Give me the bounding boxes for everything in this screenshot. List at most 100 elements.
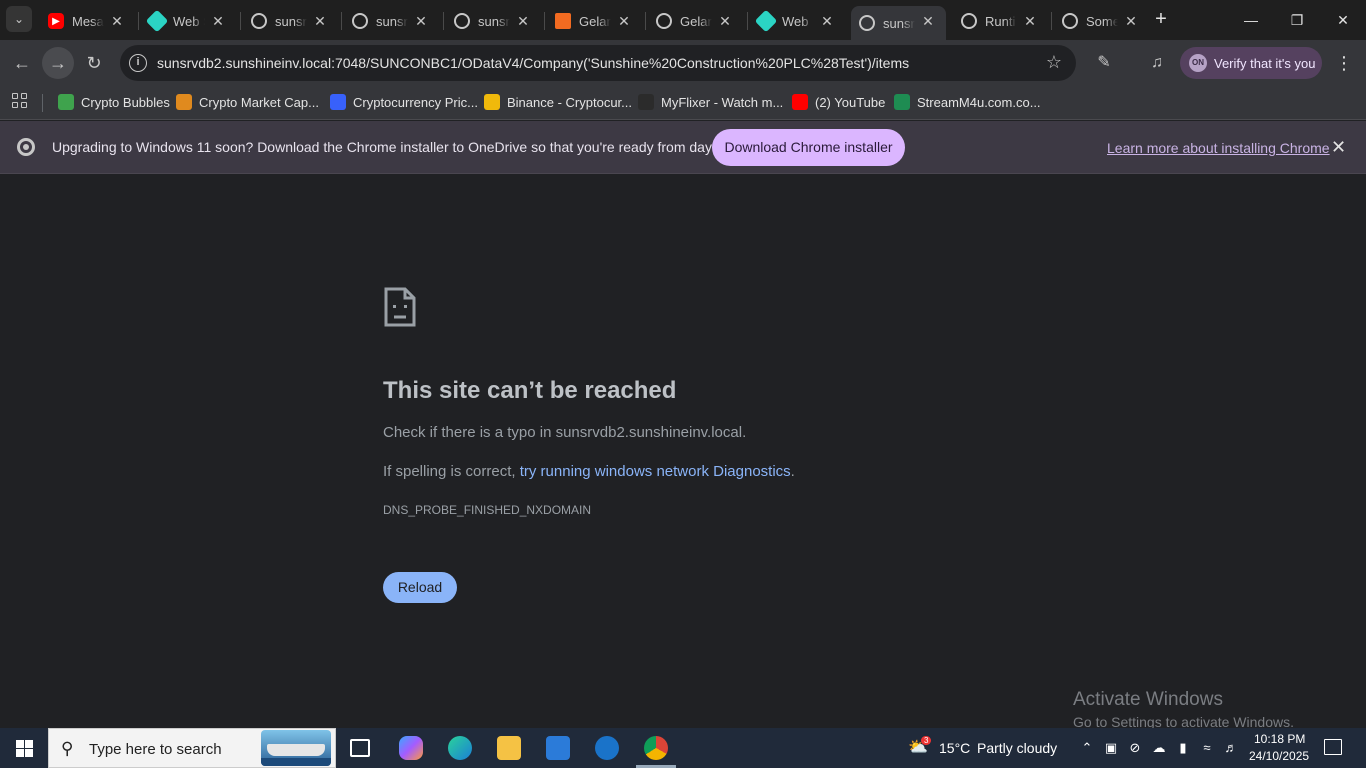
site-info-icon[interactable]: i: [129, 54, 147, 72]
chrome-menu-icon[interactable]: ⋮: [1334, 52, 1354, 74]
tab-title: Some: [1086, 13, 1118, 29]
bookmark-item[interactable]: StreamM4u.com.co...: [894, 92, 1041, 112]
tab-search-button[interactable]: ⌄: [6, 6, 32, 32]
bookmark-favicon-icon: [894, 94, 910, 110]
onedrive-icon[interactable]: ☁: [1151, 740, 1167, 756]
tab-close-icon[interactable]: ✕: [210, 13, 226, 29]
globe-icon: [859, 15, 875, 31]
clock-time[interactable]: 10:18 PM: [1254, 732, 1305, 746]
address-bar[interactable]: i sunsrvdb2.sunshineinv.local:7048/SUNCO…: [120, 45, 1076, 81]
forward-button[interactable]: →: [42, 47, 74, 79]
reload-button[interactable]: Reload: [383, 572, 457, 603]
media-controls-icon[interactable]: ♫: [1146, 52, 1168, 74]
clock-date[interactable]: 24/10/2025: [1249, 749, 1309, 763]
bookmark-favicon-icon: [484, 94, 500, 110]
tab-close-icon[interactable]: ✕: [1123, 13, 1139, 29]
toolbar: ← → ↻ i sunsrvdb2.sunshineinv.local:7048…: [0, 40, 1366, 86]
bookmark-item[interactable]: Binance - Cryptocur...: [484, 92, 632, 112]
arrow-right-icon: →: [49, 52, 67, 73]
learn-more-link[interactable]: Learn more about installing Chrome: [1107, 140, 1330, 156]
restore-button[interactable]: ❐: [1274, 0, 1320, 40]
tab[interactable]: Gelan ✕: [648, 6, 743, 36]
bookmark-item[interactable]: Cryptocurrency Pric...: [330, 92, 478, 112]
tab-close-icon[interactable]: ✕: [717, 13, 733, 29]
bookmark-label: StreamM4u.com.co...: [917, 94, 1041, 110]
tab-title: Web S: [173, 13, 205, 29]
tab[interactable]: Gelan ✕: [547, 6, 642, 36]
back-button[interactable]: ←: [6, 47, 38, 79]
tab-close-icon[interactable]: ✕: [819, 13, 835, 29]
tab-title: sunsr: [478, 13, 510, 29]
bookmark-item[interactable]: MyFlixer - Watch m...: [638, 92, 783, 112]
tab[interactable]: sunsr ✕: [243, 6, 338, 36]
microsoft-store-icon[interactable]: [546, 736, 570, 760]
chevron-up-icon[interactable]: ⌃: [1079, 740, 1095, 756]
download-installer-button[interactable]: Download Chrome installer: [712, 129, 905, 166]
bookmark-item[interactable]: Crypto Market Cap...: [176, 92, 319, 112]
wifi-icon[interactable]: ≈: [1199, 740, 1215, 756]
tab[interactable]: sunsr ✕: [344, 6, 439, 36]
error-page: This site can’t be reached Check if ther…: [0, 175, 1366, 730]
tab-close-icon[interactable]: ✕: [920, 13, 936, 29]
reload-toolbar-button[interactable]: ↻: [78, 47, 110, 79]
tab[interactable]: Runti ✕: [953, 6, 1048, 36]
temperature[interactable]: 15°C: [939, 740, 970, 756]
bookmark-item[interactable]: (2) YouTube: [792, 92, 885, 112]
extensions-icon[interactable]: ✎: [1093, 52, 1115, 74]
meet-now-icon[interactable]: ▣: [1103, 740, 1119, 756]
notification-icon[interactable]: [1324, 739, 1342, 755]
search-placeholder: Type here to search: [89, 741, 222, 758]
chrome-logo-icon: [17, 138, 35, 156]
infobar-close-icon[interactable]: ✕: [1331, 137, 1346, 157]
tab-close-icon[interactable]: ✕: [616, 13, 632, 29]
tab[interactable]: Web S ✕: [141, 6, 236, 36]
tab-title: sunsr: [376, 13, 408, 29]
address-url[interactable]: sunsrvdb2.sunshineinv.local:7048/SUNCONB…: [157, 55, 909, 71]
outlook-icon[interactable]: [595, 736, 619, 760]
windows-start-icon[interactable]: [16, 740, 33, 757]
tab[interactable]: Web ✕: [750, 6, 845, 36]
taskbar-search[interactable]: ⚲ Type here to search: [48, 728, 336, 768]
tab[interactable]: sunsr ✕: [446, 6, 541, 36]
tab[interactable]: sunsr ✕: [851, 6, 946, 40]
volume-icon[interactable]: ♬: [1223, 740, 1239, 756]
weather-condition[interactable]: Partly cloudy: [977, 740, 1057, 756]
mic-off-icon[interactable]: ⊘: [1127, 740, 1143, 756]
activate-windows-title: Activate Windows: [1073, 689, 1223, 710]
bookmark-favicon-icon: [792, 94, 808, 110]
copilot-icon[interactable]: [399, 736, 423, 760]
tab[interactable]: ▶ Mesa ✕: [40, 6, 135, 36]
gelan-icon: [555, 13, 571, 29]
edge-icon[interactable]: [448, 736, 472, 760]
tab-title: Mesa: [72, 13, 104, 29]
bookmark-favicon-icon: [330, 94, 346, 110]
file-explorer-icon[interactable]: [497, 736, 521, 760]
close-window-button[interactable]: ✕: [1320, 0, 1366, 40]
close-icon: ✕: [1337, 11, 1349, 28]
error-code: DNS_PROBE_FINISHED_NXDOMAIN: [383, 503, 592, 517]
apps-grid-icon[interactable]: [12, 93, 28, 109]
minimize-button[interactable]: —: [1228, 0, 1274, 40]
bookmark-label: Crypto Bubbles: [81, 94, 170, 110]
new-tab-button[interactable]: +: [1150, 8, 1172, 30]
search-highlight-image[interactable]: [261, 730, 331, 766]
battery-icon[interactable]: ▮: [1175, 740, 1191, 756]
profile-label: Verify that it's you: [1214, 55, 1316, 71]
profile-button[interactable]: ON Verify that it's you: [1180, 47, 1322, 79]
task-view-icon[interactable]: [350, 739, 370, 757]
bookmark-label: MyFlixer - Watch m...: [661, 94, 784, 110]
tab-close-icon[interactable]: ✕: [312, 13, 328, 29]
tab-close-icon[interactable]: ✕: [413, 13, 429, 29]
bookmark-item[interactable]: Crypto Bubbles: [58, 92, 170, 112]
chrome-taskbar-icon[interactable]: [636, 736, 676, 768]
bookmark-star-icon[interactable]: ☆: [1046, 52, 1062, 73]
diagnostics-link[interactable]: try running windows network Diagnostics: [520, 463, 791, 480]
bookmark-label: Binance - Cryptocur...: [507, 94, 632, 110]
bookmarks-separator: [42, 94, 43, 112]
tab-close-icon[interactable]: ✕: [1022, 13, 1038, 29]
tab-close-icon[interactable]: ✕: [515, 13, 531, 29]
tab-close-icon[interactable]: ✕: [109, 13, 125, 29]
avatar: ON: [1189, 54, 1207, 72]
tab[interactable]: Some ✕: [1054, 6, 1149, 36]
arrow-left-icon: ←: [13, 52, 31, 73]
